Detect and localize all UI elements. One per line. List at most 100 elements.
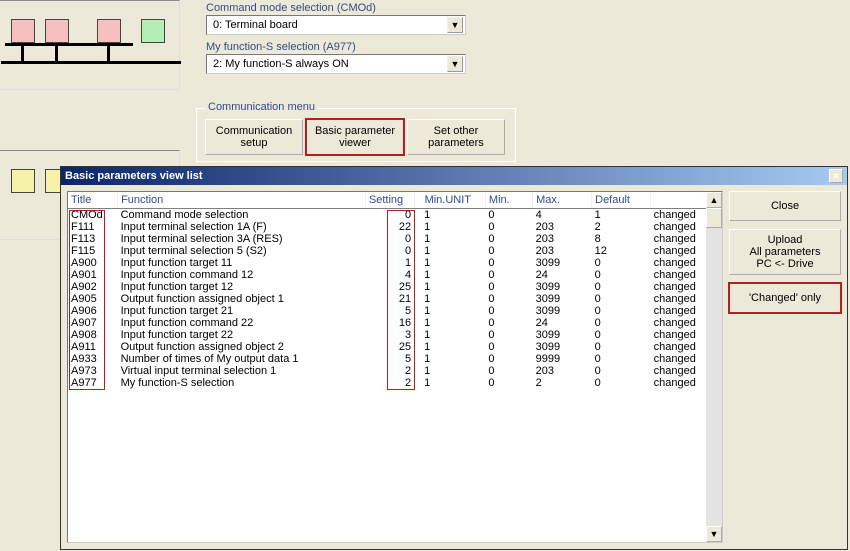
- cmod-dropdown-button[interactable]: ▼: [447, 17, 463, 33]
- cell-minunit: 1: [414, 341, 485, 353]
- cell-default: 2: [592, 221, 651, 233]
- table-row[interactable]: A905Output function assigned object 1211…: [68, 293, 722, 305]
- cell-minunit: 1: [414, 257, 485, 269]
- unit5-node-3[interactable]: [97, 19, 121, 43]
- table-row[interactable]: A908Input function target 2231030990chan…: [68, 329, 722, 341]
- table-row[interactable]: A901Input function command 12410240chang…: [68, 269, 722, 281]
- cell-minunit: 1: [414, 377, 485, 389]
- cell-max: 203: [533, 365, 592, 377]
- cell-max: 2: [533, 377, 592, 389]
- table-row[interactable]: A933Number of times of My output data 15…: [68, 353, 722, 365]
- unit5-node-1[interactable]: [11, 19, 35, 43]
- cell-function: Input terminal selection 3A (RES): [118, 233, 366, 245]
- cell-minunit: 1: [414, 245, 485, 257]
- cmod-dropdown[interactable]: 0: Terminal board ▼: [206, 15, 466, 35]
- table-row[interactable]: F111Input terminal selection 1A (F)22102…: [68, 221, 722, 233]
- col-max[interactable]: Max.: [533, 192, 592, 208]
- unit6-node-1[interactable]: [11, 169, 35, 193]
- scroll-up-button[interactable]: ▲: [706, 192, 722, 208]
- cmod-label: Command mode selection (CMOd): [206, 2, 490, 14]
- close-button[interactable]: Close: [729, 191, 841, 221]
- cell-setting: 22: [365, 221, 414, 233]
- cmod-dropdown-value: 0: Terminal board: [209, 19, 447, 31]
- cell-min: 0: [485, 377, 532, 389]
- cell-function: Input function command 22: [118, 317, 366, 329]
- cell-function: Input terminal selection 1A (F): [118, 221, 366, 233]
- cell-max: 203: [533, 221, 592, 233]
- cell-title: CMOd: [68, 208, 118, 221]
- cell-min: 0: [485, 317, 532, 329]
- communication-menu-legend: Communication menu: [205, 101, 318, 113]
- dialog-title: Basic parameters view list: [65, 170, 203, 182]
- dialog-titlebar[interactable]: Basic parameters view list ✕: [61, 167, 847, 185]
- col-title[interactable]: Title: [68, 192, 118, 208]
- parameters-table: Title Function Setting Min.UNIT Min. Max…: [68, 192, 722, 389]
- changed-only-button[interactable]: 'Changed' only: [729, 283, 841, 313]
- cell-minunit: 1: [414, 317, 485, 329]
- cell-default: 0: [592, 329, 651, 341]
- unit5-node-2[interactable]: [45, 19, 69, 43]
- cell-title: A911: [68, 341, 118, 353]
- table-header-row: Title Function Setting Min.UNIT Min. Max…: [68, 192, 722, 208]
- cell-function: Input function command 12: [118, 269, 366, 281]
- col-function[interactable]: Function: [118, 192, 366, 208]
- col-min[interactable]: Min.: [485, 192, 532, 208]
- col-minunit[interactable]: Min.UNIT: [414, 192, 485, 208]
- cell-setting: 16: [365, 317, 414, 329]
- cell-default: 0: [592, 377, 651, 389]
- cell-min: 0: [485, 233, 532, 245]
- scroll-thumb[interactable]: [706, 208, 722, 228]
- cell-min: 0: [485, 281, 532, 293]
- cell-minunit: 1: [414, 269, 485, 281]
- table-row[interactable]: A911Output function assigned object 2251…: [68, 341, 722, 353]
- cell-default: 0: [592, 341, 651, 353]
- table-row[interactable]: A973Virtual input terminal selection 121…: [68, 365, 722, 377]
- cell-title: A906: [68, 305, 118, 317]
- mode-selectors-panel: Command mode selection (CMOd) 0: Termina…: [198, 0, 498, 94]
- table-row[interactable]: A900Input function target 1111030990chan…: [68, 257, 722, 269]
- cell-default: 8: [592, 233, 651, 245]
- cell-title: F111: [68, 221, 118, 233]
- unit5-node-4[interactable]: [141, 19, 165, 43]
- basic-parameters-dialog: Basic parameters view list ✕ Title Funct…: [60, 166, 848, 550]
- communication-setup-button[interactable]: Communication setup: [205, 119, 303, 155]
- list-scrollbar[interactable]: ▲ ▼: [706, 192, 722, 542]
- table-row[interactable]: A902Input function target 12251030990cha…: [68, 281, 722, 293]
- dialog-side-panel: Close Upload All parameters PC <- Drive …: [729, 191, 841, 313]
- table-row[interactable]: CMOdCommand mode selection01041changed: [68, 208, 722, 221]
- cell-title: A905: [68, 293, 118, 305]
- table-row[interactable]: A907Input function command 221610240chan…: [68, 317, 722, 329]
- table-row[interactable]: A906Input function target 2151030990chan…: [68, 305, 722, 317]
- cell-title: A973: [68, 365, 118, 377]
- set-other-parameters-button[interactable]: Set other parameters: [407, 119, 505, 155]
- dialog-close-button[interactable]: ✕: [829, 169, 843, 183]
- scroll-down-button[interactable]: ▼: [706, 526, 722, 542]
- cell-default: 0: [592, 305, 651, 317]
- cell-max: 3099: [533, 257, 592, 269]
- table-row[interactable]: F113Input terminal selection 3A (RES)010…: [68, 233, 722, 245]
- cell-setting: 0: [365, 245, 414, 257]
- col-setting[interactable]: Setting: [365, 192, 414, 208]
- cell-minunit: 1: [414, 353, 485, 365]
- cell-setting: 2: [365, 365, 414, 377]
- cell-max: 3099: [533, 281, 592, 293]
- cell-default: 0: [592, 293, 651, 305]
- upload-all-parameters-button[interactable]: Upload All parameters PC <- Drive: [729, 229, 841, 275]
- cell-min: 0: [485, 341, 532, 353]
- table-row[interactable]: F115Input terminal selection 5 (S2)01020…: [68, 245, 722, 257]
- table-row[interactable]: A977My function-S selection21020changed: [68, 377, 722, 389]
- basic-parameter-viewer-button[interactable]: Basic parameter viewer: [306, 119, 404, 155]
- cell-setting: 0: [365, 233, 414, 245]
- cell-minunit: 1: [414, 281, 485, 293]
- a977-dropdown-button[interactable]: ▼: [447, 56, 463, 72]
- a977-dropdown[interactable]: 2: My function-S always ON ▼: [206, 54, 466, 74]
- col-default[interactable]: Default: [592, 192, 651, 208]
- cell-setting: 5: [365, 353, 414, 365]
- cell-minunit: 1: [414, 233, 485, 245]
- cell-max: 203: [533, 245, 592, 257]
- cell-setting: 4: [365, 269, 414, 281]
- unit5-groupbox: NIT No.5: [0, 0, 180, 90]
- cell-function: My function-S selection: [118, 377, 366, 389]
- cell-function: Command mode selection: [118, 208, 366, 221]
- cell-default: 0: [592, 365, 651, 377]
